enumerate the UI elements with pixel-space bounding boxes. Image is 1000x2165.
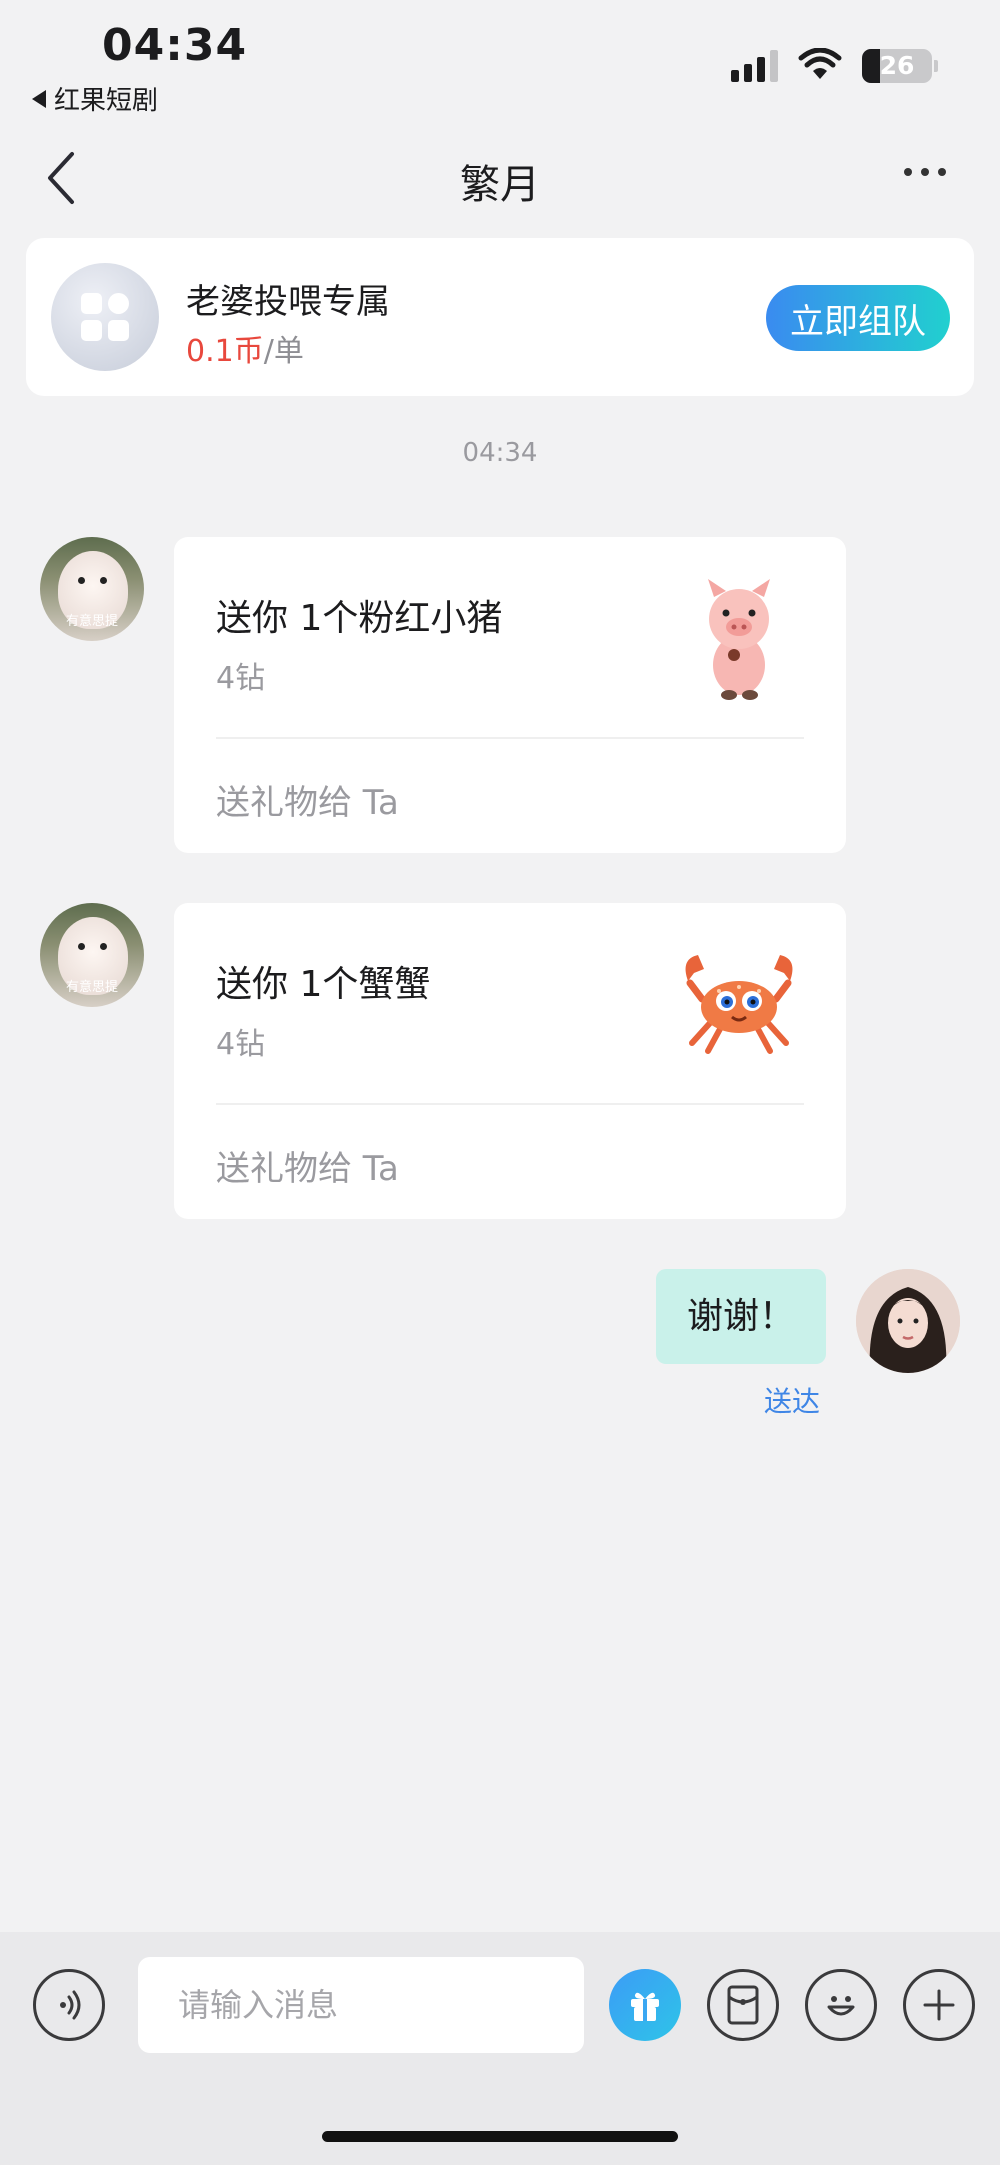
my-avatar[interactable] — [856, 1269, 960, 1373]
home-indicator — [322, 2131, 678, 2142]
gift-title: 送你 1个粉红小猪 — [216, 598, 503, 639]
back-arrow-icon — [32, 89, 46, 108]
gift-price: 4钻 — [216, 1027, 266, 1062]
emoji-icon — [827, 1996, 855, 2016]
more-actions-button[interactable] — [903, 1969, 975, 2041]
team-card: 老婆投喂专属 0.1币/单 立即组队 — [26, 238, 974, 396]
avatar[interactable]: 有意思提 — [40, 903, 144, 1007]
red-packet-button[interactable] — [707, 1969, 779, 2041]
page-title: 繁月 — [460, 162, 540, 208]
crab-icon — [685, 955, 793, 1054]
avatar[interactable]: 有意思提 — [40, 537, 144, 641]
dot-icon — [921, 168, 929, 176]
pink-pig-icon — [708, 579, 770, 700]
plus-icon — [923, 1989, 955, 2021]
gift-icon — [631, 1992, 659, 2021]
divider — [216, 1103, 804, 1105]
apps-grid-icon — [81, 293, 129, 341]
gift-button[interactable] — [609, 1969, 681, 2041]
back-app-label: 红果短剧 — [54, 86, 159, 116]
gift-price: 4钻 — [216, 661, 266, 696]
divider — [216, 737, 804, 739]
voice-icon — [60, 1990, 81, 2020]
price-value: 0.1币 — [186, 334, 264, 369]
wifi-icon — [798, 48, 842, 79]
message-input[interactable] — [138, 1957, 584, 2053]
delivery-status: 送达 — [764, 1385, 821, 1418]
red-packet-icon — [727, 1985, 759, 2025]
back-to-app[interactable]: 红果短剧 — [32, 80, 158, 117]
battery-tip — [934, 60, 938, 72]
gift-title: 送你 1个蟹蟹 — [216, 964, 431, 1005]
team-name: 老婆投喂专属 — [186, 282, 390, 322]
price-unit: /单 — [263, 334, 304, 369]
message-timestamp: 04:34 — [462, 438, 538, 468]
battery-icon: 26 — [862, 49, 932, 83]
battery-level: 26 — [879, 51, 915, 80]
join-team-button[interactable]: 立即组队 — [766, 285, 950, 351]
team-price: 0.1币/单 — [186, 326, 304, 370]
voice-button[interactable] — [33, 1969, 105, 2041]
cellular-signal-icon — [731, 50, 778, 82]
back-button[interactable] — [42, 148, 82, 208]
team-avatar — [51, 263, 159, 371]
gift-message-card[interactable]: 送你 1个粉红小猪 4钻 送礼物给 Ta — [174, 537, 846, 853]
dot-icon — [938, 168, 946, 176]
my-message-bubble[interactable]: 谢谢！ — [656, 1269, 826, 1364]
send-gift-link[interactable]: 送礼物给 Ta — [216, 775, 399, 824]
status-time: 04:34 — [102, 20, 248, 71]
emoji-button[interactable] — [805, 1969, 877, 2041]
more-options-button[interactable] — [904, 168, 946, 176]
send-gift-link[interactable]: 送礼物给 Ta — [216, 1141, 399, 1190]
dot-icon — [904, 168, 912, 176]
gift-message-card[interactable]: 送你 1个蟹蟹 4钻 送礼物给 Ta — [174, 903, 846, 1219]
avatar-caption: 有意思提 — [65, 614, 118, 629]
avatar-caption: 有意思提 — [65, 980, 118, 995]
